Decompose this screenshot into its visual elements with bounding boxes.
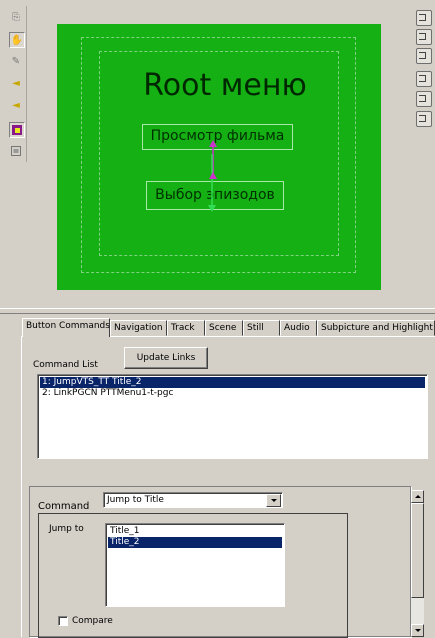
tab-button-commands[interactable]: Button Commands <box>22 318 110 337</box>
select-tool-icon[interactable]: ⎘ <box>9 10 23 24</box>
align-right-icon[interactable] <box>416 48 432 64</box>
align-top-icon[interactable] <box>416 71 432 87</box>
scrollbar-thumb[interactable] <box>411 503 424 598</box>
audio-out-icon[interactable]: ◄ <box>9 98 23 112</box>
panel-scrollbar[interactable] <box>411 490 424 637</box>
tab-navigation[interactable]: Navigation <box>110 320 167 336</box>
scroll-up-icon[interactable] <box>411 490 424 503</box>
command-list[interactable]: 1: JumpVTS_TT Title_2 2: LinkPGCN PTTMen… <box>37 374 428 459</box>
tab-scene[interactable]: Scene <box>205 320 243 336</box>
command-list-item[interactable]: 1: JumpVTS_TT Title_2 <box>40 377 425 388</box>
command-select[interactable]: Jump to Title <box>103 492 283 508</box>
panel-splitter[interactable] <box>0 308 435 314</box>
compare-label: Compare <box>72 616 113 626</box>
command-editor: Command Jump to Title Jump to Title_1 Ti… <box>29 486 411 638</box>
jump-to-label: Jump to <box>49 524 84 534</box>
compare-checkbox[interactable] <box>58 616 68 626</box>
tab-subpicture-highlight[interactable]: Subpicture and Highlight <box>317 320 435 336</box>
chevron-down-icon[interactable] <box>266 494 281 507</box>
align-bottom-icon[interactable] <box>416 111 432 127</box>
menu-preview-canvas[interactable]: Root меню Просмотр фильма Выбор эпизодов <box>57 24 381 290</box>
jump-to-group: Jump to Title_1 Title_2 Compare <box>38 513 348 638</box>
text-tool-icon[interactable]: ✎ <box>9 54 23 68</box>
title-list[interactable]: Title_1 Title_2 <box>105 523 285 607</box>
tab-still[interactable]: Still <box>243 320 280 336</box>
command-list-label: Command List <box>33 360 98 370</box>
command-select-value: Jump to Title <box>107 495 164 505</box>
hand-tool-icon[interactable]: ✋ <box>9 32 25 48</box>
left-toolbar: ⎘ ✋ ✎ ◄ ◄ <box>5 6 27 162</box>
align-center-icon[interactable] <box>416 29 432 45</box>
command-list-item[interactable]: 2: LinkPGCN PTTMenu1-t-pgc <box>40 388 425 399</box>
scroll-down-icon[interactable] <box>411 624 424 637</box>
tab-audio[interactable]: Audio <box>280 320 317 336</box>
tab-track[interactable]: Track <box>167 320 205 336</box>
button-navigation-arrows <box>208 140 217 212</box>
audio-in-icon[interactable]: ◄ <box>9 76 23 90</box>
align-left-icon[interactable] <box>416 10 432 26</box>
title-list-item[interactable]: Title_2 <box>108 537 282 548</box>
command-label: Command <box>38 501 90 512</box>
update-links-button[interactable]: Update Links <box>124 347 208 369</box>
title-list-item[interactable]: Title_1 <box>108 526 282 537</box>
frame-icon[interactable] <box>9 144 23 158</box>
menu-title[interactable]: Root меню <box>135 69 315 103</box>
button-highlight-icon[interactable] <box>9 122 25 138</box>
align-toolbar <box>413 6 435 136</box>
align-middle-icon[interactable] <box>416 91 432 107</box>
